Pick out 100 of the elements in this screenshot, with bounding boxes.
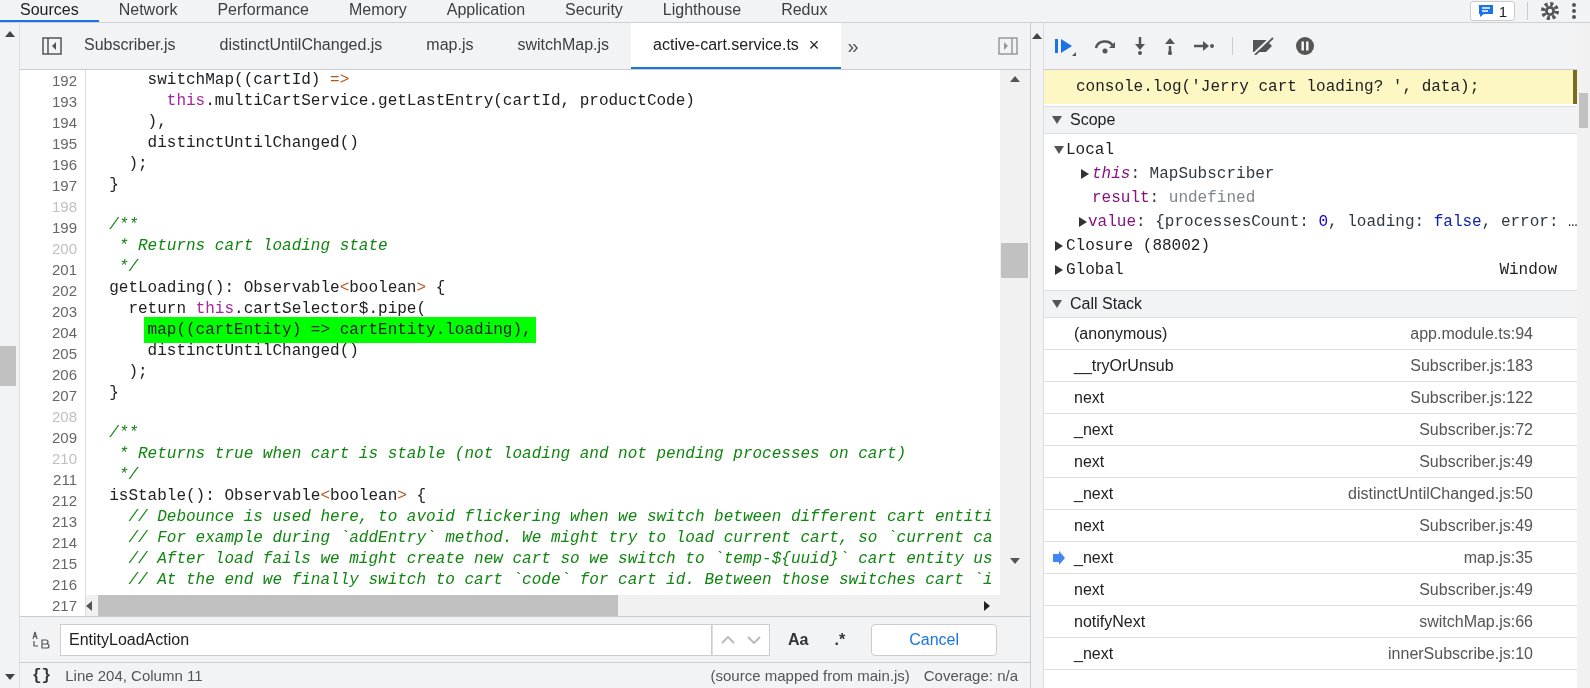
code-line: */ xyxy=(117,257,140,278)
code-line: return this.cartSelector$.pipe( xyxy=(127,299,428,320)
scroll-up-icon[interactable] xyxy=(1032,33,1042,39)
line-number: 192 xyxy=(50,71,78,91)
file-tab[interactable]: Subscriber.js xyxy=(62,23,198,69)
line-number: 195 xyxy=(50,134,78,154)
settings-icon[interactable] xyxy=(1540,1,1560,21)
call-frame[interactable]: next Subscriber.js:49 xyxy=(1044,446,1577,478)
step-over-icon[interactable] xyxy=(1094,38,1116,54)
more-tabs-button[interactable]: » xyxy=(847,34,859,58)
disclosure-triangle-icon[interactable] xyxy=(1054,265,1064,275)
source-location[interactable]: Subscriber.js:122 xyxy=(1410,388,1533,407)
disclosure-triangle-icon[interactable] xyxy=(1054,145,1064,155)
source-location[interactable]: Subscriber.js:49 xyxy=(1419,516,1533,535)
more-options-icon[interactable] xyxy=(1572,2,1576,20)
section-header[interactable]: Scope xyxy=(1044,106,1577,134)
scrollbar-thumb[interactable] xyxy=(0,346,16,386)
scroll-right-icon[interactable] xyxy=(984,600,990,611)
file-tab[interactable]: map.js xyxy=(404,23,496,69)
call-frame[interactable]: next Subscriber.js:49 xyxy=(1044,574,1577,606)
source-location[interactable]: distinctUntilChanged.js:50 xyxy=(1348,484,1533,503)
scrollbar-thumb[interactable] xyxy=(1579,93,1588,128)
line-number: 199 xyxy=(50,218,78,238)
disclosure-triangle-icon[interactable] xyxy=(1078,217,1088,227)
call-frame[interactable]: _next distinctUntilChanged.js:50 xyxy=(1044,478,1577,510)
issues-count: 1 xyxy=(1498,2,1507,20)
step-icon[interactable] xyxy=(1194,40,1214,52)
scroll-down-icon[interactable] xyxy=(1010,558,1020,564)
scroll-left-icon[interactable] xyxy=(86,600,92,611)
scope-entry[interactable]: Closure (88002) xyxy=(1066,237,1211,255)
disclosure-triangle-icon[interactable] xyxy=(1080,169,1090,179)
call-frame[interactable]: notifyNext switchMap.js:66 xyxy=(1044,606,1577,638)
step-out-icon[interactable] xyxy=(1164,37,1176,55)
source-location[interactable]: app.module.ts:94 xyxy=(1410,324,1533,343)
call-frame[interactable]: _next Subscriber.js:72 xyxy=(1044,414,1577,446)
line-number: 209 xyxy=(50,428,78,448)
scrollbar-thumb[interactable] xyxy=(1001,243,1028,278)
source-location[interactable]: map.js:35 xyxy=(1463,548,1533,567)
source-location[interactable]: innerSubscribe.js:10 xyxy=(1388,644,1533,663)
scroll-up-icon[interactable] xyxy=(4,31,15,37)
disclosure-triangle-icon[interactable] xyxy=(1052,299,1062,309)
line-number: 194 xyxy=(50,113,78,133)
pause-on-exceptions-icon[interactable] xyxy=(1295,36,1315,56)
replace-toggle-icon[interactable] xyxy=(32,630,50,649)
call-frame[interactable]: _next innerSubscribe.js:10 xyxy=(1044,638,1577,670)
scope-entry[interactable]: Global xyxy=(1066,261,1124,279)
source-location[interactable]: switchMap.js:66 xyxy=(1419,612,1533,631)
scope-entry[interactable]: value: {processesCount: 0, loading: false, error: … xyxy=(1088,213,1578,231)
scroll-down-icon[interactable] xyxy=(4,674,15,680)
search-field[interactable]: EntityLoadAction xyxy=(60,623,712,656)
debugger-toggle-icon[interactable] xyxy=(998,37,1018,55)
call-frame[interactable]: (anonymous) app.module.ts:94 xyxy=(1044,318,1577,350)
disclosure-triangle-icon[interactable] xyxy=(1052,115,1062,125)
file-tab[interactable]: switchMap.js xyxy=(495,23,632,69)
call-frame[interactable]: next Subscriber.js:49 xyxy=(1044,510,1577,542)
step-into-icon[interactable] xyxy=(1134,37,1146,55)
panel-tab[interactable]: Application xyxy=(426,0,546,22)
source-map-link[interactable]: (source mapped from main.js) xyxy=(710,667,910,684)
disclosure-triangle-icon[interactable] xyxy=(1054,241,1064,251)
panel-tab[interactable]: Lighthouse xyxy=(642,0,762,22)
close-tab-button[interactable]: × xyxy=(808,34,820,56)
scope-entry[interactable]: result: undefined xyxy=(1092,189,1256,207)
call-frame[interactable]: __tryOrUnsub Subscriber.js:183 xyxy=(1044,350,1577,382)
pretty-print-button[interactable]: {} xyxy=(32,666,52,685)
code-line: isStable(): Observable<boolean> { xyxy=(108,486,428,507)
issues-button[interactable]: 1 xyxy=(1469,1,1515,21)
panel-tab[interactable]: Performance xyxy=(197,0,329,22)
source-location[interactable]: Subscriber.js:49 xyxy=(1419,452,1533,471)
sidebar-toggle-icon[interactable] xyxy=(42,37,62,55)
cancel-button[interactable]: Cancel xyxy=(871,623,998,656)
function-name: next xyxy=(1074,388,1105,407)
match-case-button[interactable]: Aa xyxy=(780,626,817,653)
code-line: } xyxy=(108,383,120,404)
horizontal-scrollbar[interactable] xyxy=(86,595,1000,616)
call-frame[interactable]: next Subscriber.js:122 xyxy=(1044,382,1577,414)
scope-entry[interactable]: Local xyxy=(1066,141,1114,159)
code-line: distinctUntilChanged() xyxy=(146,133,360,154)
panel-tab[interactable]: Security xyxy=(545,0,643,22)
line-number: 216 xyxy=(50,575,78,595)
panel-tab[interactable]: Network xyxy=(98,0,198,22)
panel-tab[interactable]: Memory xyxy=(329,0,427,22)
file-tab[interactable]: distinctUntilChanged.js xyxy=(197,23,405,69)
call-frame[interactable]: _next map.js:35 xyxy=(1044,542,1577,574)
message-icon xyxy=(1477,4,1494,18)
function-name: (anonymous) xyxy=(1074,324,1168,343)
resume-icon[interactable] xyxy=(1054,36,1076,56)
function-name: next xyxy=(1074,580,1105,599)
line-number: 215 xyxy=(50,554,78,574)
section-header[interactable]: Call Stack xyxy=(1044,290,1577,318)
regex-button[interactable]: .* xyxy=(826,626,854,653)
source-location[interactable]: Subscriber.js:72 xyxy=(1419,420,1533,439)
code-line: */ xyxy=(117,465,140,486)
panel-tab[interactable]: Redux xyxy=(761,0,848,22)
source-location[interactable]: Subscriber.js:49 xyxy=(1419,580,1533,599)
scope-entry[interactable]: this: MapSubscriber xyxy=(1092,165,1275,183)
scroll-up-icon[interactable] xyxy=(1010,76,1020,82)
source-location[interactable]: Subscriber.js:183 xyxy=(1410,356,1533,375)
line-number: 210 xyxy=(50,449,78,469)
file-tab[interactable]: active-cart.service.ts × xyxy=(631,23,842,69)
code-line: distinctUntilChanged() xyxy=(146,341,360,362)
